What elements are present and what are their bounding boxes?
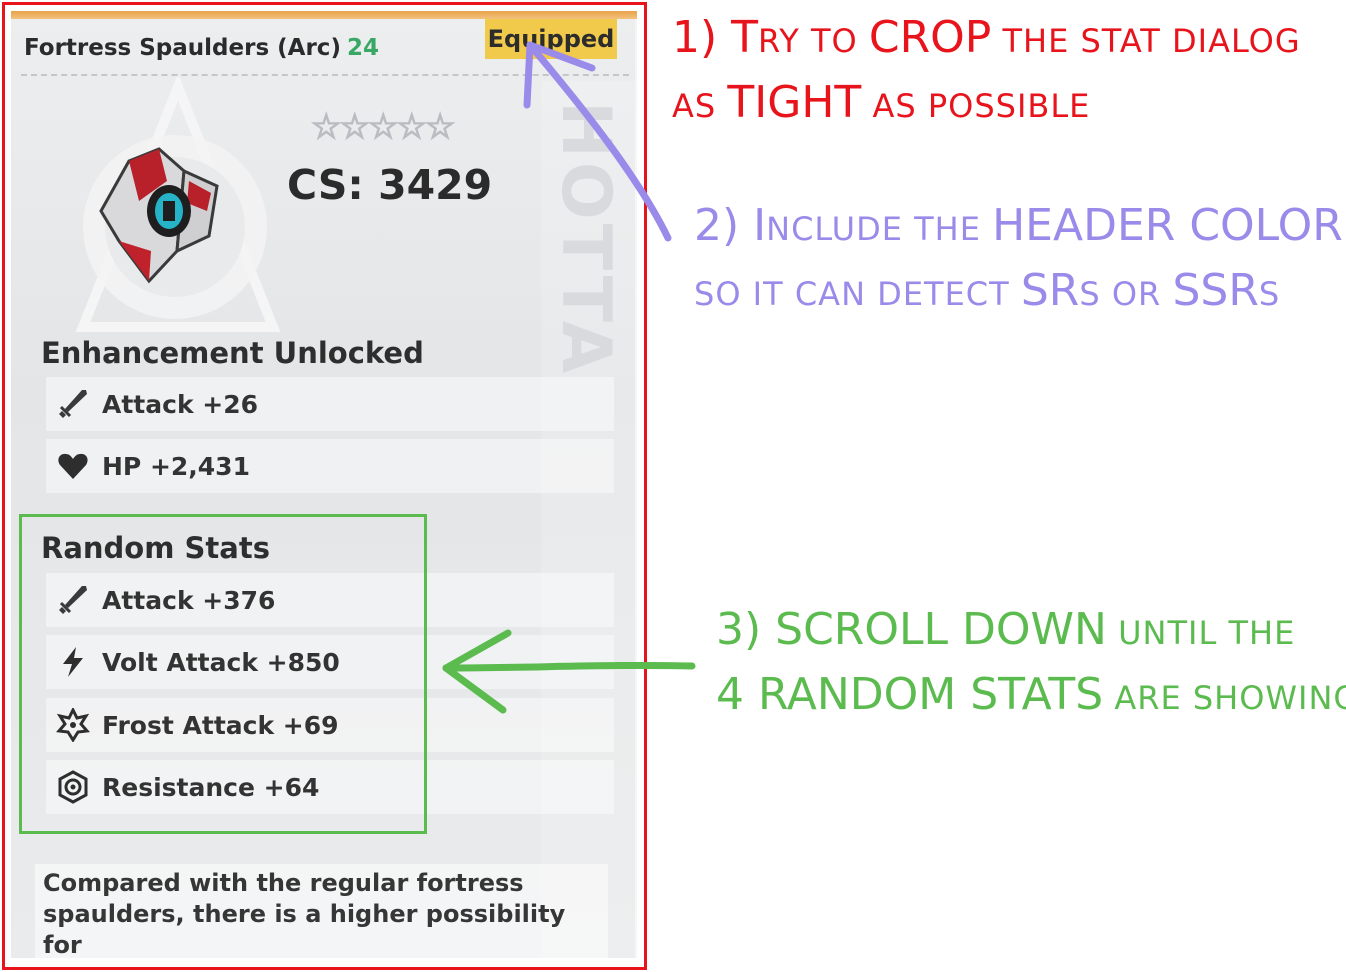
equipped-badge: Equipped: [485, 19, 617, 59]
item-name-text: Fortress Spaulders (Arc): [24, 35, 341, 61]
annotation-text: UNTIL THE: [1106, 614, 1296, 652]
header-divider: [21, 74, 629, 76]
annotation-text: 4 RANDOM STATS: [716, 669, 1104, 720]
note2-line2: SO IT CAN DETECT SRS OR SSRS: [694, 263, 1343, 328]
annotation-header-color: 2) INCLUDE THE HEADER COLOR SO IT CAN DET…: [694, 198, 1343, 328]
item-level: 24: [346, 35, 379, 61]
note1-line1: 1) TRY TO CROP THE STAT DIALOG: [672, 10, 1301, 75]
annotation-text: S OR: [1079, 275, 1173, 313]
cs-value: 3429: [378, 161, 493, 209]
annotation-text: SR: [1020, 265, 1080, 316]
annotation-text: ARE SHOWING: [1103, 679, 1346, 717]
annotation-text: HEADER COLOR: [992, 200, 1343, 251]
note3-line1: 3) SCROLL DOWN UNTIL THE: [716, 602, 1346, 667]
spaulders-item-icon: [99, 147, 219, 284]
random-stats-highlight: [19, 514, 427, 834]
item-name: Fortress Spaulders (Arc) 24: [24, 35, 379, 61]
note2-line1: 2) INCLUDE THE HEADER COLOR: [694, 198, 1343, 263]
rating-stars: ☆☆☆☆☆: [310, 106, 456, 148]
stat-label: Attack +26: [102, 389, 259, 419]
enhancement-stat-hp: HP +2,431: [46, 439, 614, 493]
annotation-text: RY TO: [758, 22, 869, 60]
annotation-text: SSR: [1172, 265, 1259, 316]
annotation-text: 2) I: [694, 200, 767, 251]
annotation-crop: 1) TRY TO CROP THE STAT DIALOG AS TIGHT A…: [672, 10, 1301, 140]
stat-label: HP +2,431: [102, 451, 250, 481]
annotation-text: SO IT CAN DETECT: [694, 275, 1021, 313]
cs-label: CS:: [287, 161, 364, 209]
annotation-text: 1) T: [672, 12, 759, 63]
combat-score: CS: 3429: [287, 161, 492, 209]
item-description: Compared with the regular fortress spaul…: [35, 864, 608, 958]
attack-icon: [55, 386, 91, 422]
annotation-text: NCLUDE THE: [766, 210, 993, 248]
annotation-text: 3) SCROLL DOWN: [716, 604, 1107, 655]
rarity-header-bar: [11, 11, 637, 19]
hp-heart-icon: [55, 448, 91, 484]
enhancement-title: Enhancement Unlocked: [41, 336, 424, 370]
annotation-text: AS POSSIBLE: [861, 87, 1091, 125]
annotation-text: AS: [672, 87, 728, 125]
annotation-text: THE STAT DIALOG: [991, 22, 1301, 60]
annotation-scroll: 3) SCROLL DOWN UNTIL THE 4 RANDOM STATS A…: [716, 602, 1346, 732]
enhancement-stat-attack: Attack +26: [46, 377, 614, 431]
note1-line2: AS TIGHT AS POSSIBLE: [672, 75, 1301, 140]
annotation-text: CROP: [868, 12, 992, 63]
annotation-text: S: [1258, 275, 1281, 313]
background-watermark: HOTTA: [546, 101, 625, 378]
annotation-text: TIGHT: [727, 77, 862, 128]
note3-line2: 4 RANDOM STATS ARE SHOWING: [716, 667, 1346, 732]
